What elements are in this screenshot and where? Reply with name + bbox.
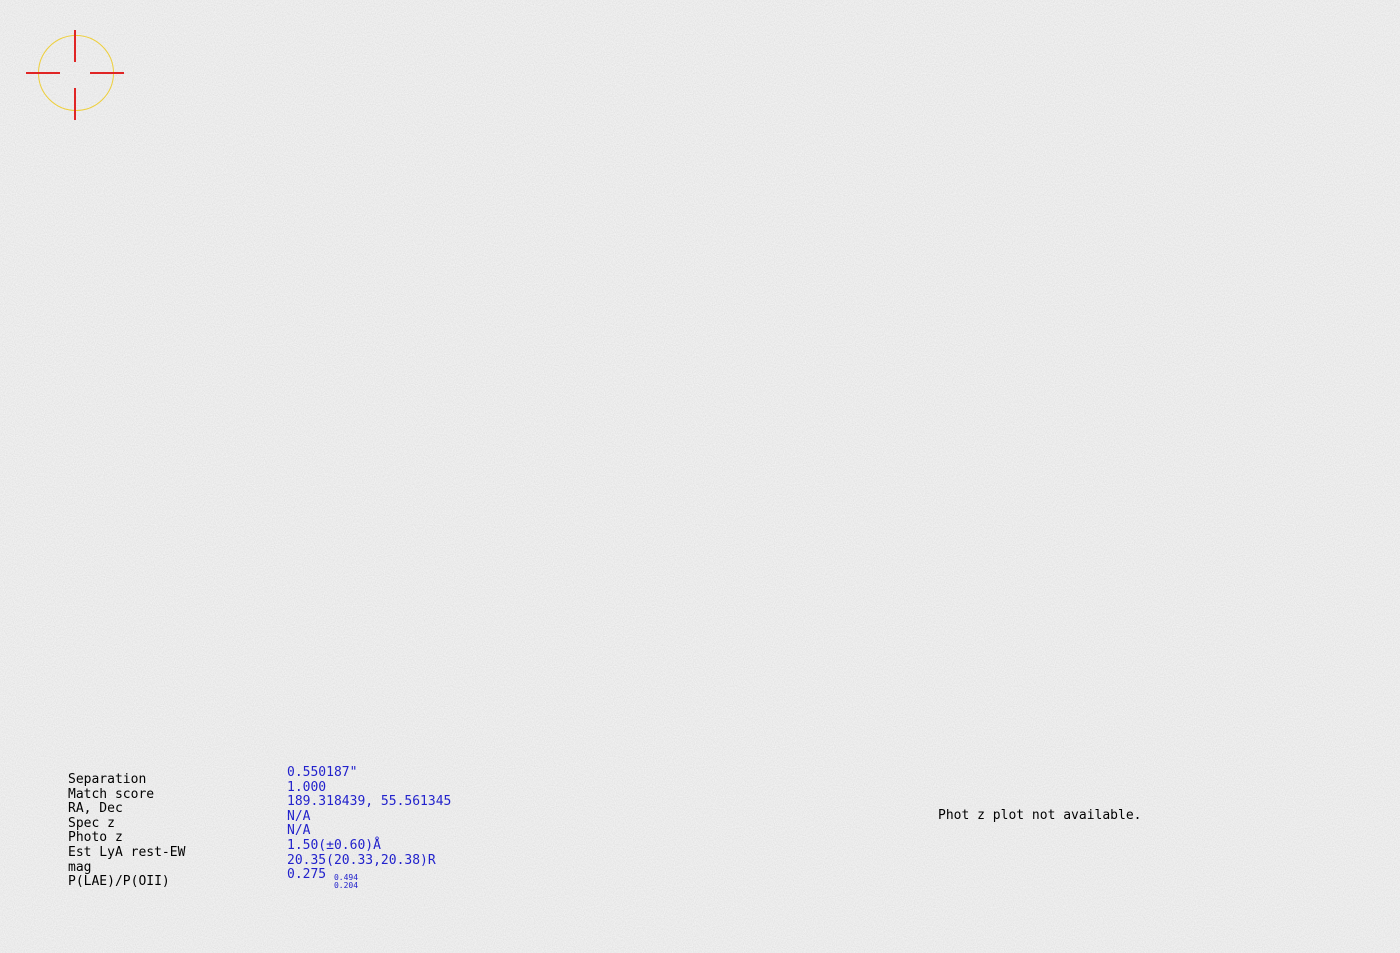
text-segment: 1.50(±0.60)Å <box>287 838 381 853</box>
match-row-label: Match score <box>68 786 155 802</box>
match-row-value: 0.275 0.494 0.204 <box>287 867 358 889</box>
elixer-report-page: EW: 3.1±1.5Å P(LAE)/P(OII): 0.5550.9320.… <box>0 0 1400 953</box>
match-row-label: Separation <box>68 772 147 787</box>
text-segment: 189.318439, 55.561345 <box>287 794 452 810</box>
cutout-panels: Fiber Positions +NE-4-2024420-2-4arcsecs… <box>0 0 1400 953</box>
stacked-fraction: 0.494 0.204 <box>334 874 358 889</box>
sub: 0.204 <box>333 880 359 890</box>
text-segment: 1.000 <box>287 779 327 795</box>
match-row-label: RA, Dec <box>68 801 123 817</box>
match-row-value: 0.550187" <box>287 765 358 781</box>
match-row-label: Est LyA rest-EW <box>68 845 186 860</box>
phot-z-note: Phot z plot not available. <box>938 808 1142 823</box>
match-row-value: N/A <box>287 824 310 839</box>
match-row-value: N/A <box>287 808 311 825</box>
match-row-label: P(LAE)/P(OII) <box>68 874 170 890</box>
match-row-label: Spec z <box>68 815 115 831</box>
text-segment: N/A <box>287 808 311 824</box>
match-row-value: 1.50(±0.60)Å <box>287 838 381 854</box>
match-row-value: 1.000 <box>287 779 327 796</box>
match-row-label: mag <box>68 859 92 875</box>
match-row-label: Photo z <box>68 830 123 846</box>
text-segment: 0.550187" <box>287 765 358 780</box>
match-row-value: 20.35(20.33,20.38)R <box>287 852 436 869</box>
text-segment: 0.275 <box>287 867 334 883</box>
text-segment: 20.35(20.33,20.38)R <box>287 852 436 868</box>
match-row-value: 189.318439, 55.561345 <box>287 794 452 810</box>
text-segment: N/A <box>287 823 311 839</box>
